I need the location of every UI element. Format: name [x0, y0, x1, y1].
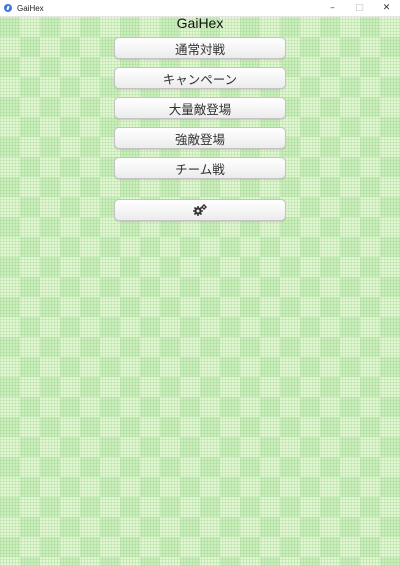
app-title: GaiHex: [176, 15, 224, 31]
close-button[interactable]: ✕: [373, 0, 400, 16]
app-window: GaiHex – □ ✕ GaiHex 通常対戦 キャンペーン 大量敵登場 強敵…: [0, 0, 400, 566]
mass-enemies-button[interactable]: 大量敵登場: [114, 97, 286, 119]
minimize-button[interactable]: –: [319, 0, 346, 16]
maximize-button[interactable]: □: [346, 0, 373, 16]
normal-battle-button[interactable]: 通常対戦: [114, 37, 286, 59]
team-battle-button[interactable]: チーム戦: [114, 157, 286, 179]
gears-icon: [193, 204, 207, 216]
settings-button[interactable]: [114, 199, 286, 221]
window-title: GaiHex: [17, 3, 44, 13]
campaign-button[interactable]: キャンペーン: [114, 67, 286, 89]
strong-enemies-button[interactable]: 強敵登場: [114, 127, 286, 149]
app-icon: [4, 4, 12, 12]
main-content: GaiHex 通常対戦 キャンペーン 大量敵登場 強敵登場 チーム戦: [0, 15, 400, 566]
window-controls: – □ ✕: [319, 0, 400, 16]
